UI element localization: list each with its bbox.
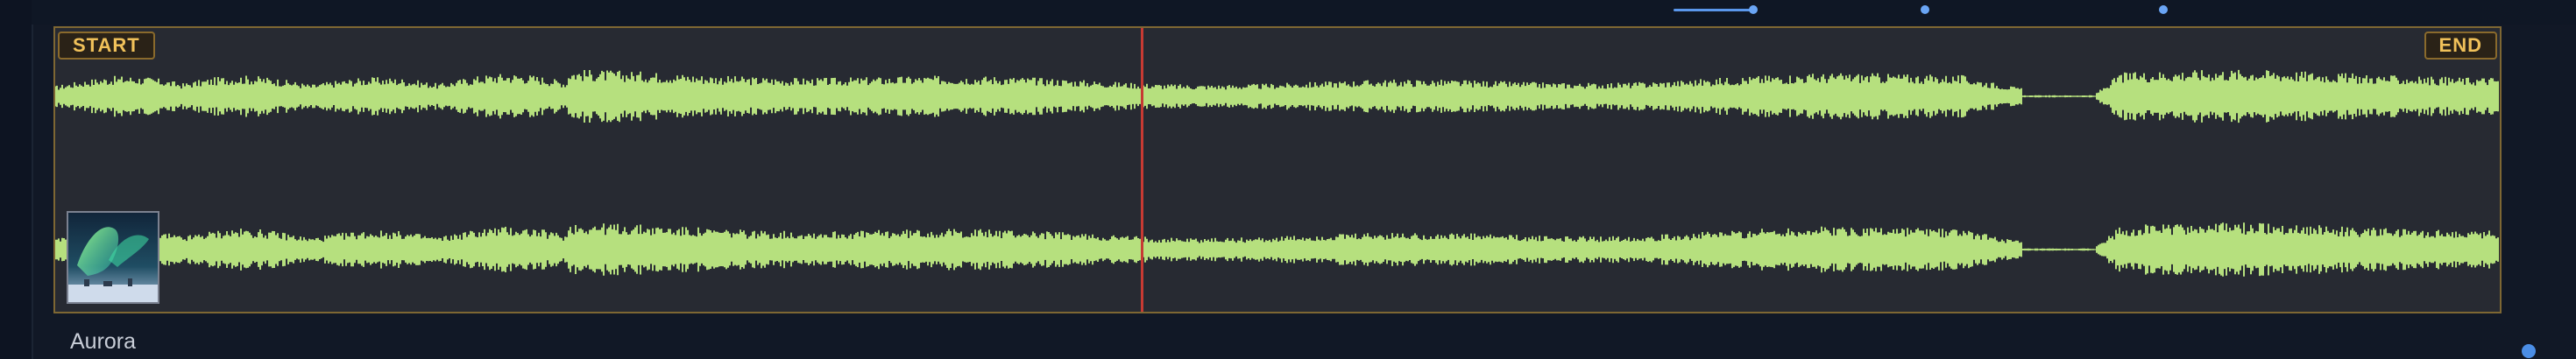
top-slider-1[interactable] [1674,4,1758,16]
left-rail [0,0,33,359]
playhead[interactable] [1141,28,1143,312]
slider-fill [1674,9,1754,11]
aurora-cover-art-icon [68,213,158,302]
waveform-editor[interactable]: START END [53,26,2502,313]
waveform-channel-left [55,69,2499,123]
end-marker[interactable]: END [2424,32,2497,60]
scroll-handle[interactable] [2522,344,2536,358]
waveform-path [55,69,2499,123]
slider-knob[interactable] [2159,5,2168,14]
album-art-thumbnail[interactable] [67,211,159,304]
track-title: Aurora [70,329,137,354]
start-marker[interactable]: START [58,32,155,60]
top-slider-2[interactable] [1919,4,1936,16]
slider-knob[interactable] [1921,5,1929,14]
waveform[interactable] [55,28,2500,312]
waveform-channel-right [55,222,2499,277]
top-slider-3[interactable] [2155,4,2173,16]
slider-knob[interactable] [1749,5,1758,14]
top-toolbar [32,0,2576,25]
waveform-path [55,222,2499,277]
